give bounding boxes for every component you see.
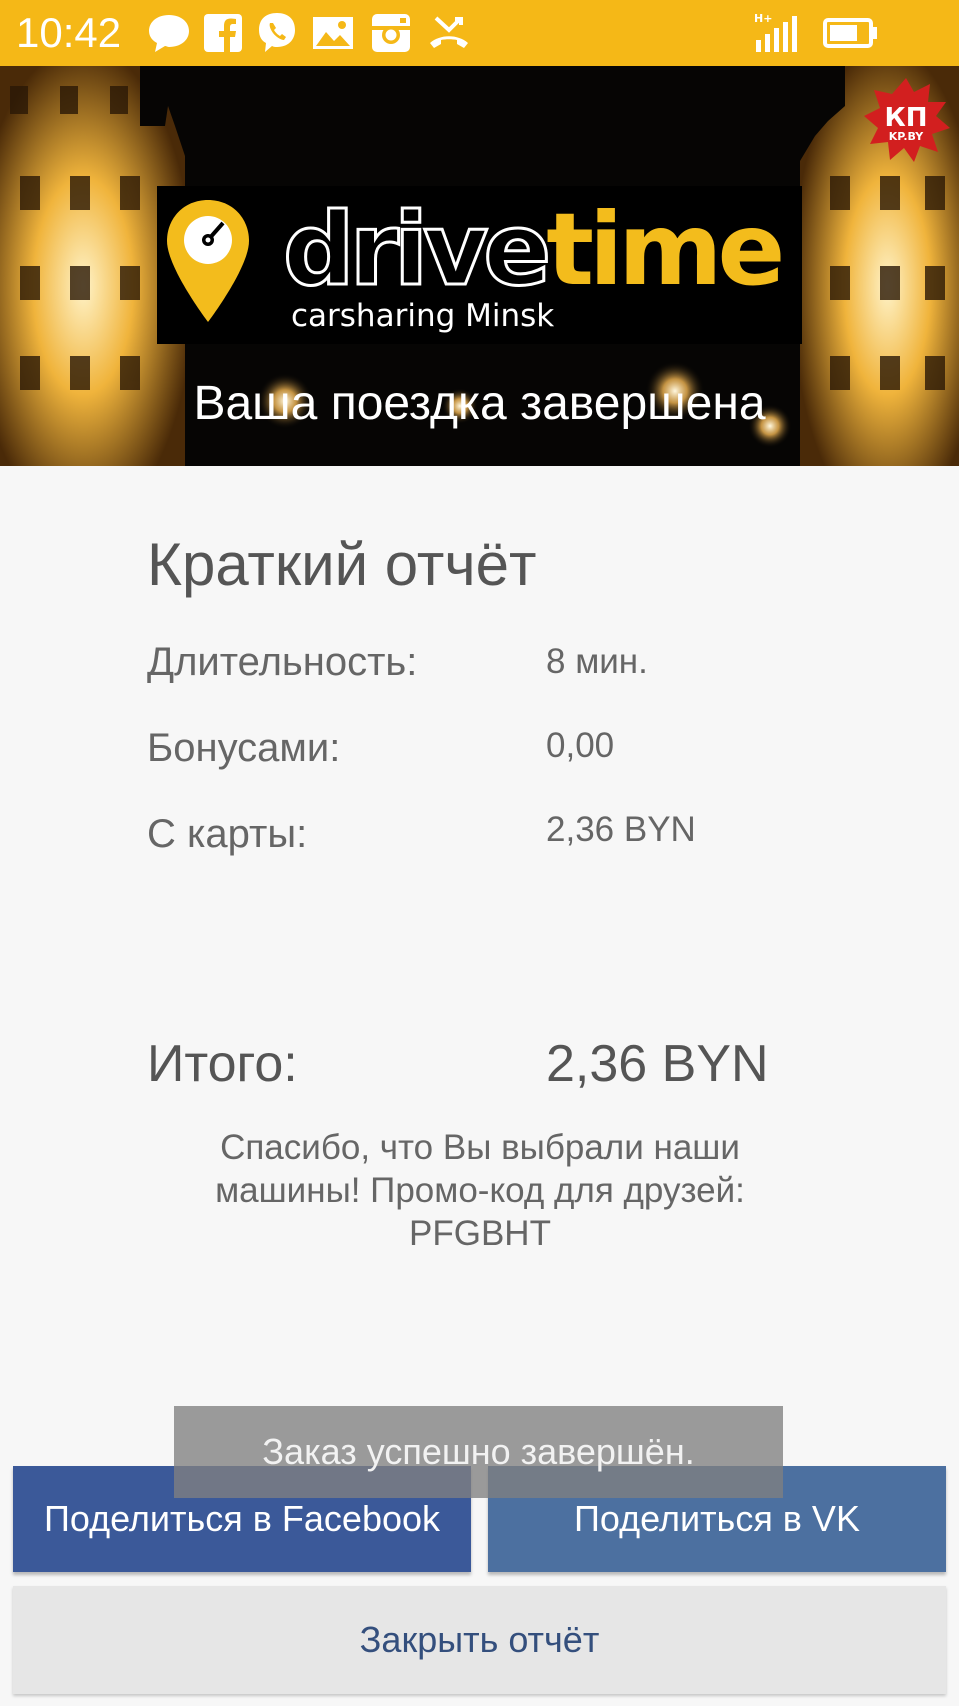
- signal-icon: H+: [754, 12, 797, 52]
- network-type-label: H+: [754, 12, 772, 25]
- status-time: 10:42: [16, 9, 122, 56]
- header-banner: drivetime carsharing Minsk Ваша поездка …: [0, 66, 959, 466]
- map-pin-speedometer-icon: [167, 200, 249, 322]
- card-value: 2,36 BYN: [546, 810, 696, 849]
- duration-value: 8 мин.: [546, 642, 648, 681]
- status-bar: 10:42 H+: [0, 0, 959, 66]
- kp-badge-logo: КП KP.BY: [864, 78, 950, 162]
- badge-text: КП: [884, 103, 927, 133]
- order-completed-toast: Заказ успешно завершён.: [174, 1406, 783, 1498]
- total-value: 2,36 BYN: [546, 1035, 769, 1093]
- logo-wordmark: drivetime: [281, 198, 785, 301]
- image-icon: [313, 17, 353, 49]
- instagram-icon: [372, 14, 410, 52]
- missed-call-icon: [430, 16, 468, 48]
- bonus-value: 0,00: [546, 726, 615, 765]
- badge-subtext: KP.BY: [889, 130, 925, 143]
- trip-finished-title: Ваша поездка завершена: [193, 377, 766, 430]
- logo-drive-text: drive: [281, 191, 552, 308]
- drivetime-logo: drivetime carsharing Minsk: [157, 186, 802, 344]
- duration-label: Длительность:: [147, 640, 418, 684]
- chat-bubble-icon: [149, 15, 189, 52]
- facebook-icon: [204, 14, 242, 52]
- logo-subtitle: carsharing Minsk: [291, 298, 555, 334]
- bonus-label: Бонусами:: [147, 726, 341, 770]
- battery-icon: [823, 18, 877, 48]
- report-title: Краткий отчёт: [147, 531, 537, 598]
- logo-time-text: time: [546, 191, 785, 308]
- card-label: С карты:: [147, 812, 308, 856]
- total-label: Итого:: [147, 1035, 298, 1093]
- thanks-promo-text: Спасибо, что Вы выбрали наши машины! Про…: [215, 1128, 745, 1253]
- viber-icon: [259, 13, 295, 52]
- close-report-button[interactable]: Закрыть отчёт: [13, 1586, 946, 1694]
